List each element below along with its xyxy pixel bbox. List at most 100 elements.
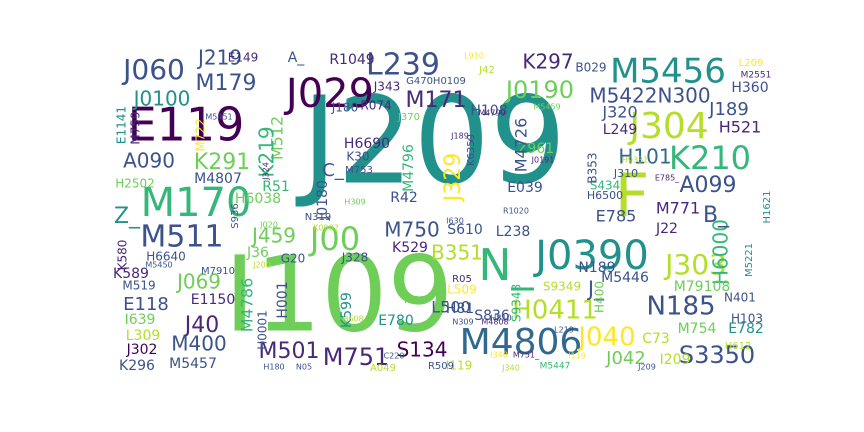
word-54: M5457 <box>169 356 217 372</box>
word-92: J343 <box>373 80 400 94</box>
word-18: N185 <box>646 292 715 322</box>
word-91: J180 <box>331 101 358 115</box>
word-90: R074 <box>360 99 391 113</box>
word-117: L209 <box>739 58 764 69</box>
word-164: N309 <box>452 318 473 327</box>
word-19: H0411 <box>512 296 598 326</box>
word-130: J310 <box>613 167 638 180</box>
word-110: G20 <box>281 252 306 266</box>
word-142: L910 <box>464 52 484 61</box>
word-128: H6500 <box>587 189 623 202</box>
word-145: M7910 <box>201 266 235 277</box>
word-55: E1150 <box>191 292 235 308</box>
word-152: H309 <box>344 198 365 207</box>
word-70: M79108 <box>674 279 731 295</box>
word-137: J189_ <box>450 132 474 141</box>
word-103: H6038 <box>235 191 281 207</box>
word-85: J329 <box>441 153 466 203</box>
word-140: M5459 <box>533 103 560 112</box>
word-141: I340 <box>490 351 508 360</box>
word-125: G470H0109 <box>406 76 466 87</box>
word-116: B029 <box>575 61 606 75</box>
word-126: J370 <box>397 112 420 123</box>
word-149: I10 <box>404 295 420 306</box>
word-104: Z_ <box>114 204 141 229</box>
word-166: R1020 <box>503 207 529 216</box>
word-112: K529 <box>392 240 428 256</box>
word-120: A049 <box>370 363 396 374</box>
word-60: E780 <box>378 313 414 329</box>
word-101: H2502 <box>115 177 155 191</box>
word-68: H103 <box>731 312 763 326</box>
word-46: H360 <box>731 80 768 96</box>
word-98: M722 <box>194 118 208 151</box>
word-153: K0902 <box>313 224 339 233</box>
word-108: M519 <box>122 279 155 293</box>
word-115: C_ <box>322 160 345 181</box>
word-138: J42 <box>478 65 495 76</box>
word-129: B353 <box>586 152 600 183</box>
word-114: H81 <box>446 301 474 317</box>
word-109: J36 <box>246 245 269 261</box>
word-76: E785 <box>596 207 637 226</box>
word-146: H608 <box>342 315 363 324</box>
word-84: M4726 <box>512 118 531 173</box>
word-157: M5450 <box>145 261 172 270</box>
word-cloud: J209I109FM5456E119M170J304J029M4806J0390… <box>113 46 773 375</box>
word-132: M5221 <box>744 243 755 277</box>
word-64: C73 <box>642 331 670 347</box>
word-14: J060 <box>121 53 185 86</box>
word-80: J320 <box>601 103 637 122</box>
word-57: M4786 <box>238 278 257 333</box>
word-39: A090 <box>123 149 175 173</box>
word-43: B351 <box>431 241 483 265</box>
word-158: J200 <box>252 261 271 270</box>
word-121: R509 <box>428 361 454 372</box>
word-150: C220 <box>384 352 405 361</box>
word-165: M4808 <box>481 318 508 327</box>
word-23: M750 <box>384 218 439 242</box>
word-151: M751_ <box>513 351 540 360</box>
word-131: H1621 <box>762 191 773 224</box>
word-168: N05 <box>296 363 312 372</box>
word-139: M4799 <box>478 109 505 118</box>
word-24: J0100 <box>132 87 191 111</box>
word-47: H6000 <box>709 219 733 285</box>
word-73: S9349 <box>543 280 581 294</box>
word-159: S936 <box>230 203 241 228</box>
word-20: J0190 <box>504 76 574 104</box>
word-10: N_ <box>479 240 535 291</box>
word-163: J020 <box>259 221 278 230</box>
word-72: N189 <box>578 260 615 276</box>
word-93: R1049 <box>329 52 374 68</box>
word-77: J22 <box>655 221 678 237</box>
word-148: I119 <box>568 352 586 361</box>
word-32: M400 <box>171 332 226 356</box>
word-65: I209 <box>660 352 691 368</box>
word-170: E785_ <box>655 174 680 183</box>
word-144: M753 <box>345 165 373 176</box>
word-123: N319 <box>305 212 332 223</box>
word-134: R05 <box>452 274 472 285</box>
word-27: K297 <box>522 50 573 74</box>
word-66: M754 <box>678 321 717 337</box>
word-53: K296 <box>119 358 155 374</box>
word-147: L219 <box>554 326 574 335</box>
word-111: J328 <box>341 251 368 265</box>
word-86: M4796 <box>401 144 417 192</box>
word-124: H0001 <box>256 310 270 350</box>
word-133: H612 <box>725 341 752 352</box>
word-52: J302 <box>126 342 158 358</box>
word-45: H521 <box>719 118 762 137</box>
word-156: J209 <box>637 363 656 372</box>
word-56: M4807 <box>194 171 242 187</box>
word-79: E039 <box>507 180 543 196</box>
word-155: J340 <box>501 364 520 373</box>
word-58: H001 <box>275 281 291 318</box>
word-50: I639 <box>125 312 156 328</box>
word-143: J0191 <box>531 156 555 165</box>
word-169: H9331 <box>622 156 648 165</box>
word-118: M2551 <box>741 71 772 81</box>
word-99: E1141 <box>115 106 129 144</box>
word-162: M5451 <box>205 113 232 122</box>
